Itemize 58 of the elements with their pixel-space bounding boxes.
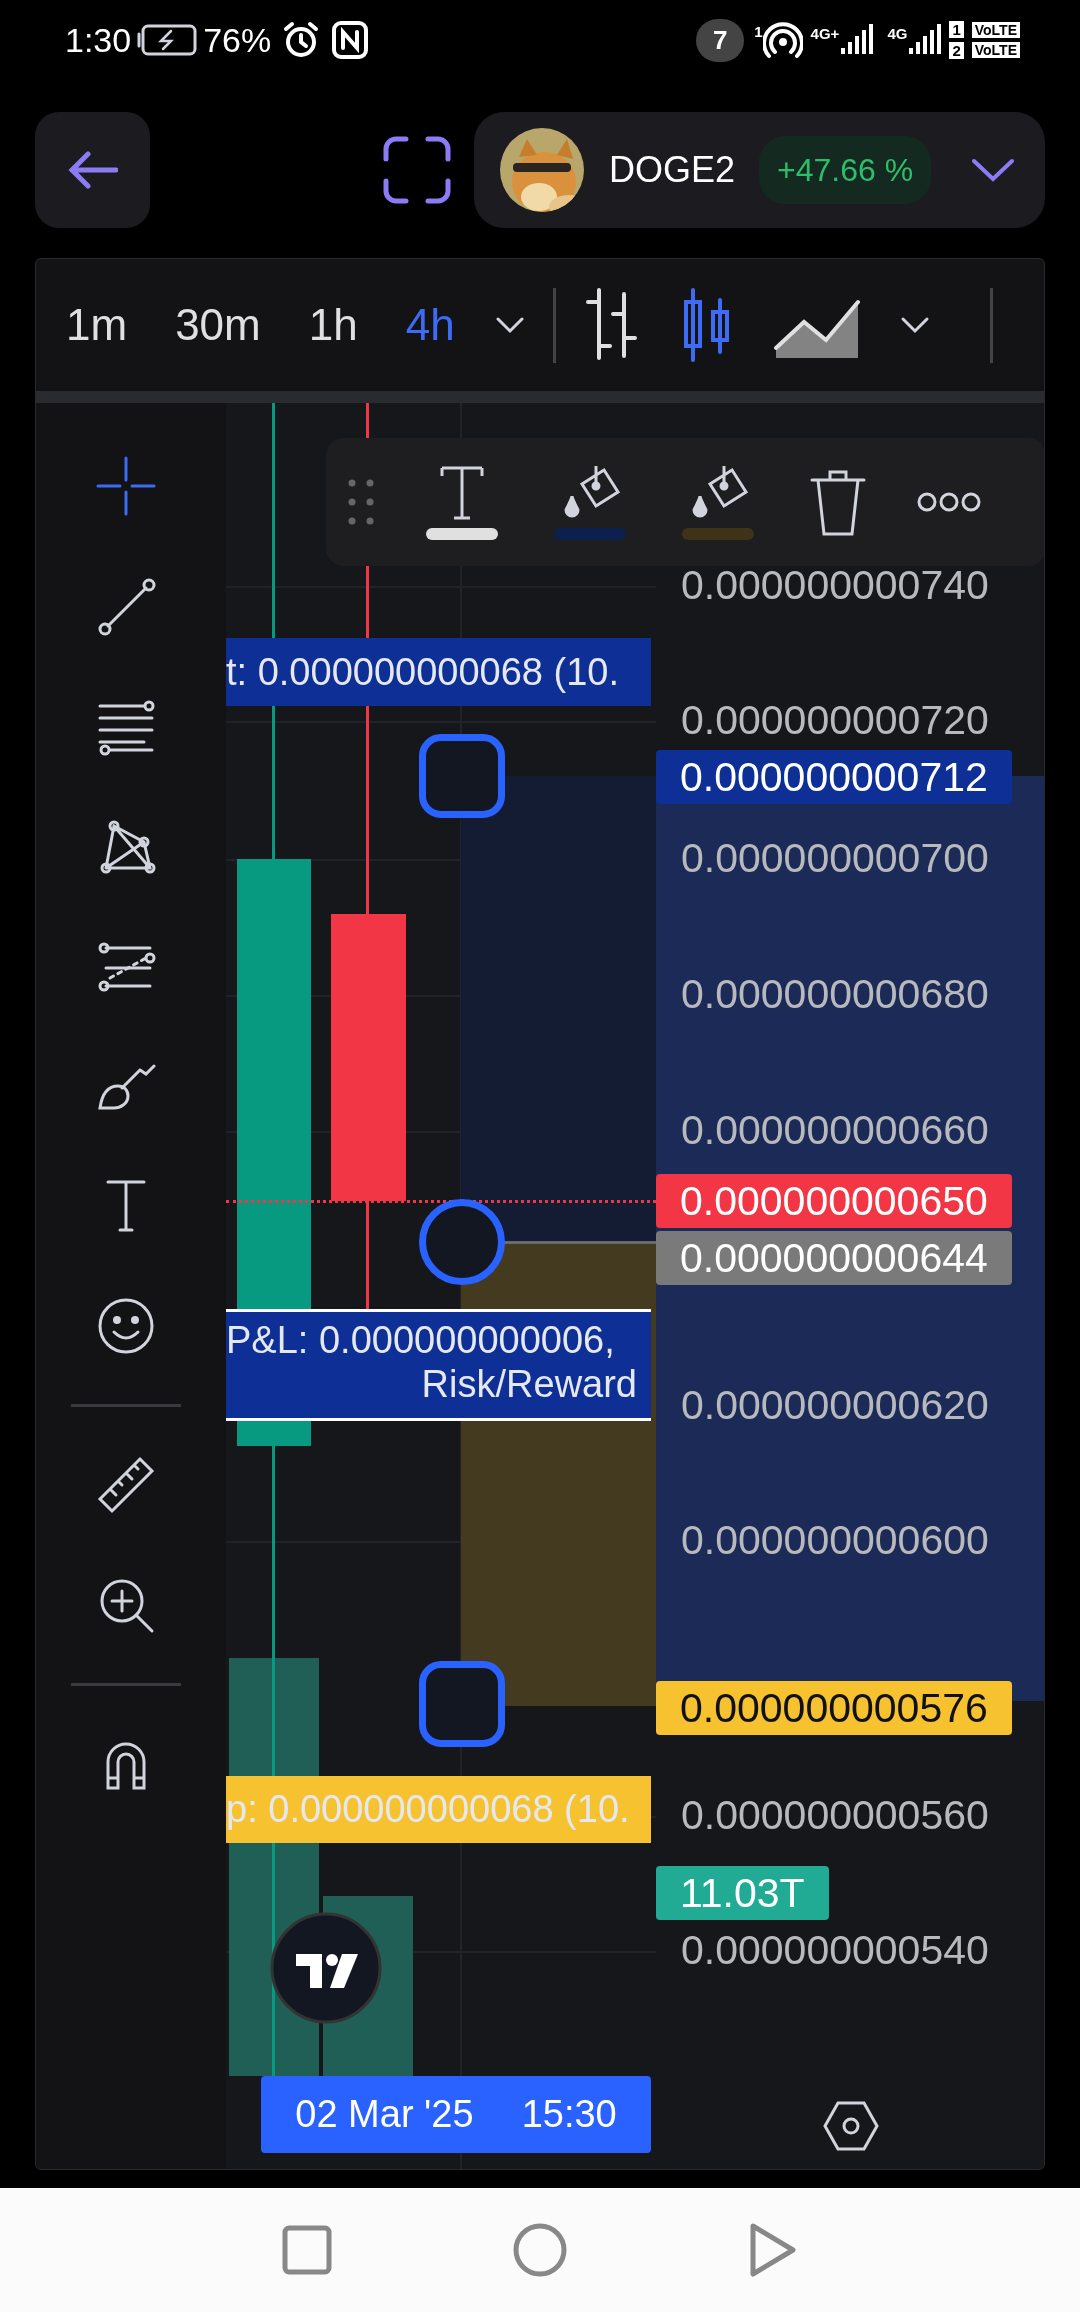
timeframe-tab[interactable]: 30m bbox=[175, 292, 261, 358]
back-icon[interactable] bbox=[748, 2222, 798, 2278]
drag-handle[interactable] bbox=[419, 1661, 505, 1747]
drag-handle-icon[interactable] bbox=[346, 477, 376, 527]
recents-icon[interactable] bbox=[282, 2225, 332, 2275]
target-label: t: 0.000000000068 (10. bbox=[226, 638, 651, 706]
price-tag: 0.000000000576 bbox=[656, 1681, 1012, 1735]
sim-slot: 2 bbox=[949, 42, 964, 59]
ruler-icon[interactable] bbox=[96, 1455, 156, 1515]
timeframe-tab[interactable]: 1m bbox=[66, 292, 128, 358]
sim-slot: 1 bbox=[949, 21, 964, 38]
symbol-selector[interactable]: DOGE2 +47.66 % bbox=[474, 112, 1045, 228]
timeframe-tab[interactable]: 1h bbox=[308, 292, 358, 358]
price-label: 0.000000000540 bbox=[681, 1930, 989, 1971]
more-icon[interactable] bbox=[916, 490, 982, 514]
price-tag: 0.000000000644 bbox=[656, 1231, 1012, 1285]
drag-handle[interactable] bbox=[419, 734, 505, 818]
price-label: 0.000000000660 bbox=[681, 1110, 989, 1151]
price-label: 0.000000000720 bbox=[681, 700, 989, 741]
back-button[interactable] bbox=[35, 112, 150, 228]
symbol-name: DOGE2 bbox=[609, 148, 736, 192]
price-tag: 0.000000000650 bbox=[656, 1174, 1012, 1228]
stop-label: p: 0.000000000068 (10. bbox=[226, 1776, 651, 1843]
fullscreen-icon[interactable] bbox=[382, 135, 452, 205]
clock: 1:30 bbox=[65, 19, 132, 61]
pnl-label: P&L: 0.000000000006, Risk/Reward bbox=[226, 1309, 651, 1421]
network-type: 4G bbox=[887, 26, 908, 41]
timeframe-tab[interactable]: 4h bbox=[405, 292, 455, 358]
bars-chart-icon[interactable] bbox=[583, 288, 640, 362]
price-label: 0.000000000560 bbox=[681, 1795, 989, 1836]
hotspot-icon bbox=[762, 20, 803, 60]
chevron-down-icon[interactable] bbox=[494, 316, 525, 334]
chevron-down-icon[interactable] bbox=[899, 316, 930, 334]
volte-badge: VoLTE bbox=[971, 22, 1020, 38]
price-label: 0.000000000700 bbox=[681, 838, 989, 879]
price-tag: 0.000000000712 bbox=[656, 750, 1012, 804]
price-change: +47.66 % bbox=[759, 136, 932, 204]
price-tag: 11.03T bbox=[656, 1866, 829, 1920]
price-label: 0.000000000620 bbox=[681, 1385, 989, 1426]
smiley-icon[interactable] bbox=[96, 1296, 156, 1356]
notification-badge: 7 bbox=[696, 18, 745, 62]
battery-level: 76% bbox=[203, 19, 272, 61]
price-label: 0.000000000600 bbox=[681, 1520, 989, 1561]
back-arrow-icon bbox=[67, 150, 118, 190]
price-label: 0.000000000740 bbox=[681, 565, 989, 606]
line-icon[interactable] bbox=[96, 576, 156, 636]
price-label: 0.000000000680 bbox=[681, 974, 989, 1015]
battery-charging-icon bbox=[137, 22, 200, 58]
settings-icon[interactable] bbox=[823, 2100, 879, 2152]
crosshair-icon[interactable] bbox=[96, 456, 156, 516]
volte-badge: VoLTE bbox=[971, 42, 1020, 58]
crosshair-date-label: 02 Mar '25 15:30 bbox=[261, 2076, 651, 2153]
nfc-icon bbox=[331, 20, 370, 60]
network-type: 4G+ bbox=[810, 26, 840, 41]
home-icon[interactable] bbox=[512, 2222, 568, 2278]
sim-marker: 1 bbox=[754, 24, 763, 39]
logo-icon bbox=[270, 1912, 382, 2024]
chevron-down-icon[interactable] bbox=[971, 158, 1015, 182]
